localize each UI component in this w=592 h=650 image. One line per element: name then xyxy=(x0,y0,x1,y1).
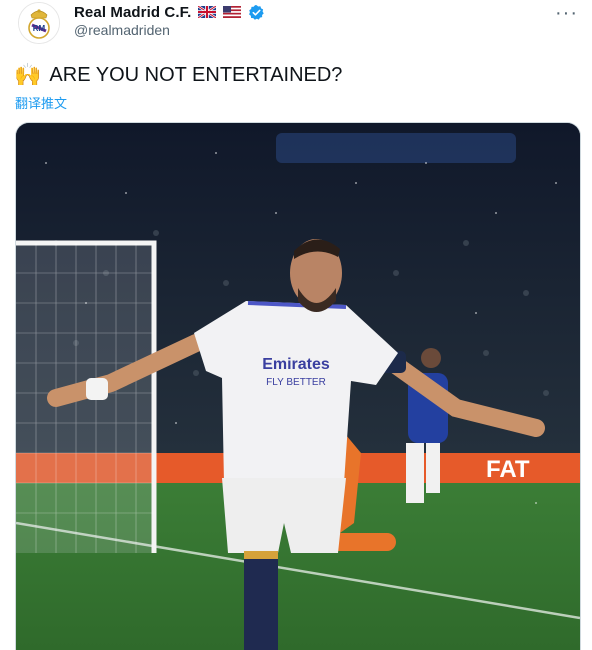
author-handle[interactable]: @realmadriden xyxy=(74,22,170,38)
author-name-row: Real Madrid C.F. xyxy=(74,2,265,22)
uk-flag-icon xyxy=(198,6,217,18)
shirt-sponsor: Emirates xyxy=(262,356,330,373)
tweet-body: ARE YOU NOT ENTERTAINED? xyxy=(49,63,343,86)
svg-text:RM: RM xyxy=(33,24,46,33)
shirt-sponsor-tagline: FLY BETTER xyxy=(266,377,326,388)
display-name[interactable]: Real Madrid C.F. xyxy=(74,4,191,21)
photo-scene: FAT Emirates FLY BETTER xyxy=(16,123,580,650)
verified-badge-icon xyxy=(249,4,265,20)
board-text: FAT xyxy=(486,456,530,483)
tweet-photo[interactable]: FAT Emirates FLY BETTER xyxy=(15,122,581,650)
more-options-icon[interactable]: ··· xyxy=(555,2,578,25)
translate-tweet-link[interactable]: 翻译推文 xyxy=(15,93,67,112)
us-flag-icon xyxy=(223,6,242,18)
real-madrid-crest-icon: RM xyxy=(19,3,59,43)
avatar[interactable]: RM xyxy=(18,2,60,44)
tweet-header: RM Real Madrid C.F. @realmadriden ··· xyxy=(0,0,592,50)
raising-hands-icon: 🙌 xyxy=(14,62,42,87)
tweet-text: 🙌 ARE YOU NOT ENTERTAINED? xyxy=(14,62,342,88)
